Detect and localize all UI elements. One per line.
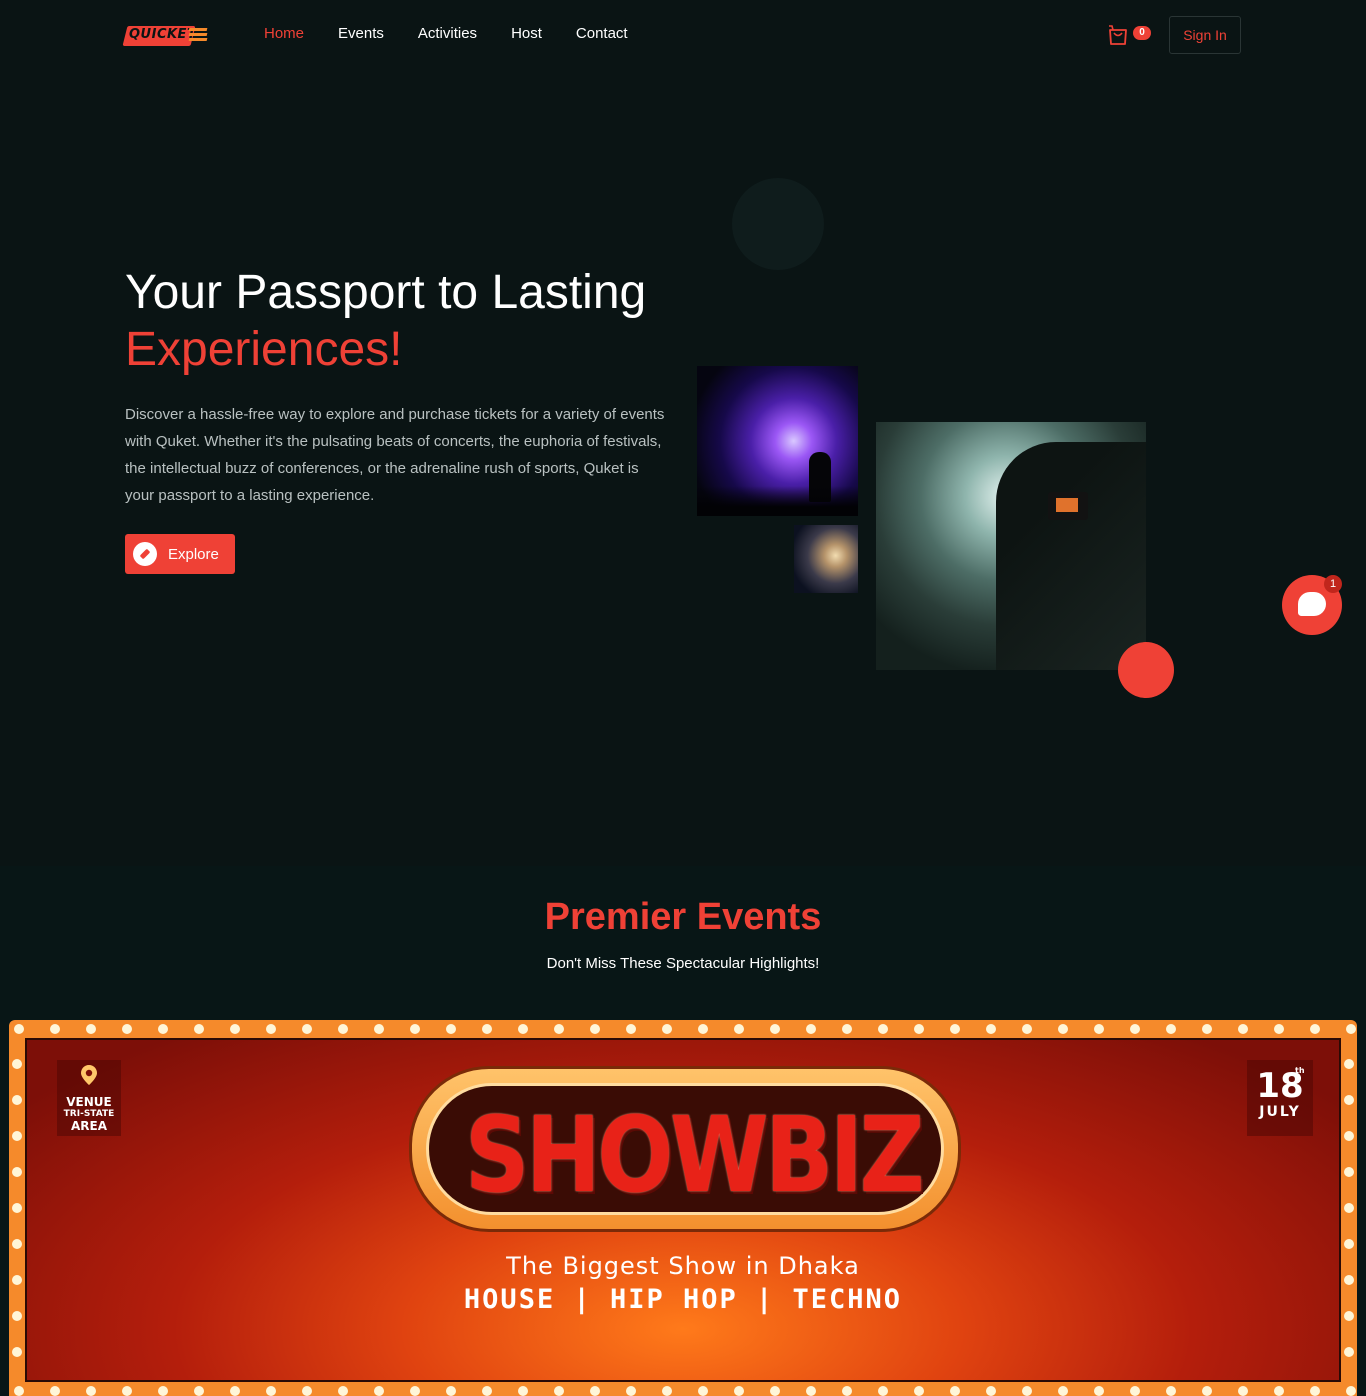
site-logo[interactable]: QUICKET [122, 24, 208, 48]
explore-label: Explore [168, 545, 219, 563]
decorative-dot [1118, 642, 1174, 698]
hero-title: Your Passport to Lasting Experiences! [125, 264, 646, 378]
nav-item-activities[interactable]: Activities [418, 25, 477, 42]
hero-description: Discover a hassle-free way to explore an… [125, 406, 665, 504]
chat-notification-badge: 1 [1324, 575, 1342, 593]
venue-label: VENUE [66, 1095, 112, 1109]
banner-headline: SHOWBIZ [464, 1094, 925, 1216]
date-badge: 18 th JULY [1247, 1060, 1313, 1136]
nav-item-host[interactable]: Host [511, 25, 542, 42]
compass-icon [133, 542, 157, 566]
chat-icon [1298, 592, 1326, 616]
logo-text: QUICKET [129, 27, 197, 42]
events-subtitle: Don't Miss These Spectacular Highlights! [546, 955, 820, 972]
decorative-bubble [732, 178, 824, 270]
nav-item-events[interactable]: Events [338, 25, 384, 42]
concert-image-camera [876, 422, 1146, 670]
venue-line3: AREA [70, 1119, 107, 1133]
events-title: Premier Events [544, 896, 822, 938]
nav-item-contact[interactable]: Contact [576, 25, 628, 42]
explore-button[interactable]: Explore [125, 534, 235, 574]
site-header: QUICKET Home Events Activities Host Cont… [0, 0, 1366, 70]
showbiz-marquee: SHOWBIZ [409, 1066, 961, 1232]
hero-title-line1: Your Passport to Lasting [125, 266, 647, 319]
nav-item-home[interactable]: Home [264, 25, 304, 42]
banner-tagline: The Biggest Show in Dhaka [506, 1252, 860, 1280]
venue-line2: TRI-STATE [63, 1109, 115, 1119]
banner-genres: HOUSE | HIP HOP | TECHNO [463, 1284, 903, 1315]
main-nav: Home Events Activities Host Contact [264, 25, 662, 42]
chat-widget-button[interactable]: 1 [1282, 575, 1342, 635]
event-banner[interactable]: VENUE TRI-STATE AREA 18 th JULY SHOWBIZ … [9, 1020, 1357, 1396]
date-month: JULY [1259, 1104, 1301, 1120]
cart-count-badge: 0 [1133, 26, 1151, 40]
sign-in-button[interactable]: Sign In [1169, 16, 1241, 54]
shopping-bag-icon [1109, 25, 1127, 45]
concert-image-purple [697, 366, 858, 516]
cart-button[interactable]: 0 [1107, 23, 1157, 47]
hero-title-accent: Experiences! [125, 323, 403, 376]
concert-image-crowd [794, 525, 858, 593]
map-pin-icon [81, 1065, 97, 1085]
date-suffix: th [1295, 1066, 1305, 1075]
venue-badge: VENUE TRI-STATE AREA [57, 1060, 121, 1136]
banner-content: VENUE TRI-STATE AREA 18 th JULY SHOWBIZ … [25, 1038, 1341, 1382]
